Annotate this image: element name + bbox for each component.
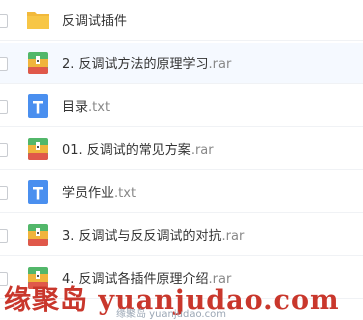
archive-icon: [28, 138, 48, 160]
file-name[interactable]: 3. 反调试与反反调试的对抗.rar: [62, 225, 244, 244]
row-checkbox[interactable]: [0, 229, 8, 243]
row-checkbox[interactable]: [0, 186, 8, 200]
file-name[interactable]: 反调试插件: [62, 10, 127, 29]
list-item[interactable]: 01. 反调试的常见方案.rar: [0, 129, 363, 170]
text-file-icon: [28, 180, 48, 204]
row-checkbox[interactable]: [0, 14, 8, 28]
row-checkbox[interactable]: [0, 272, 8, 286]
watermark-subtext: 缘聚岛 yuanjudao.com: [116, 309, 226, 320]
list-item[interactable]: 目录.txt: [0, 86, 363, 127]
text-file-icon: [28, 94, 48, 118]
list-item[interactable]: 4. 反调试各插件原理介绍.rar: [0, 258, 363, 299]
list-item[interactable]: 学员作业.txt: [0, 172, 363, 213]
file-name[interactable]: 01. 反调试的常见方案.rar: [62, 139, 214, 158]
archive-icon: [28, 267, 48, 289]
folder-icon: [27, 12, 49, 29]
row-checkbox[interactable]: [0, 143, 8, 157]
row-checkbox[interactable]: [0, 57, 8, 71]
file-name[interactable]: 4. 反调试各插件原理介绍.rar: [62, 268, 231, 287]
archive-icon: [28, 52, 48, 74]
file-name[interactable]: 2. 反调试方法的原理学习.rar: [62, 53, 231, 72]
file-name[interactable]: 学员作业.txt: [62, 182, 136, 201]
row-checkbox[interactable]: [0, 100, 8, 114]
list-item[interactable]: 2. 反调试方法的原理学习.rar: [0, 43, 363, 84]
file-name[interactable]: 目录.txt: [62, 96, 110, 115]
list-item[interactable]: 3. 反调试与反反调试的对抗.rar: [0, 215, 363, 256]
archive-icon: [28, 224, 48, 246]
list-item[interactable]: 反调试插件: [0, 0, 363, 41]
